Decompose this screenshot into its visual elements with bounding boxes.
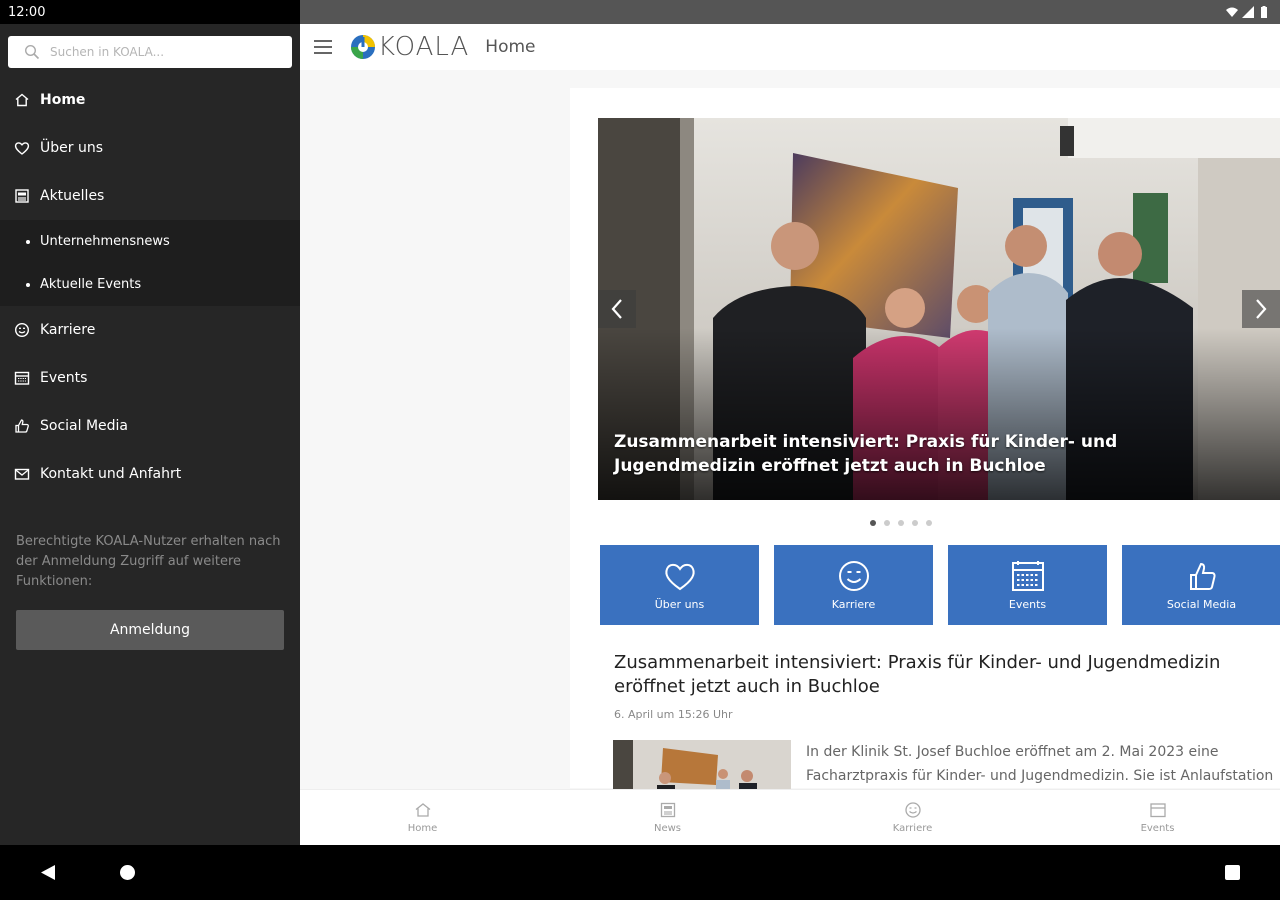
calendar-icon [1149,803,1166,818]
chevron-right-icon [1256,299,1267,319]
recent-apps-icon[interactable] [1225,865,1240,880]
wifi-icon [1226,7,1238,17]
login-note: Berechtigte KOALA-Nutzer erhalten nach d… [16,534,281,589]
hero-carousel[interactable]: Zusammenarbeit intensiviert: Praxis für … [598,118,1280,500]
logo-text: KOALA [378,32,470,62]
carousel-indicators [870,520,932,526]
drawer-item-contact[interactable]: Kontakt und Anfahrt [0,450,300,498]
drawer-item-news[interactable]: Aktuelles [0,172,300,220]
tile-social-media[interactable]: Social Media [1122,545,1280,625]
menu-icon[interactable] [314,40,332,54]
search-box[interactable] [8,36,292,68]
drawer-subgroup-news: Unternehmensnews Aktuelle Events [0,220,300,306]
drawer-item-events[interactable]: Events [0,354,300,402]
bottom-nav-label: Events [1140,823,1175,834]
navigation-drawer: 12:00 Home Über uns Aktuelles Unternehme… [0,0,300,845]
tile-label: Social Media [1166,597,1237,611]
drawer-subitem-label: Unternehmensnews [40,234,170,249]
hero-caption: Zusammenarbeit intensiviert: Praxis für … [614,432,1118,476]
status-time: 12:00 [8,4,46,20]
koala-logo-icon [351,35,375,59]
drawer-item-label: Karriere [40,322,96,338]
system-navigation-bar [0,845,1280,900]
drawer-item-about[interactable]: Über uns [0,124,300,172]
news-icon [15,189,29,203]
tile-events[interactable]: Events [948,545,1107,625]
status-bar-right [300,0,1280,24]
login-button[interactable]: Anmeldung [16,610,284,650]
drawer-subitem-company-news[interactable]: Unternehmensnews [0,220,300,263]
status-bar-left: 12:00 [0,0,300,24]
bottom-nav-news[interactable]: News [545,790,790,845]
carousel-dot[interactable] [884,520,890,526]
heart-icon [14,142,30,155]
mail-icon [14,468,30,480]
drawer-subitem-label: Aktuelle Events [40,277,142,292]
carousel-dot[interactable] [926,520,932,526]
carousel-dot[interactable] [870,520,876,526]
signal-icon [1242,6,1254,18]
bottom-nav-events[interactable]: Events [1035,790,1280,845]
tile-label: Über uns [654,597,705,611]
bottom-nav-label: Karriere [892,823,933,834]
home-button-icon[interactable] [120,865,135,880]
bottom-nav-label: News [653,823,682,834]
drawer-item-label: Aktuelles [40,188,105,204]
bottom-nav-label: Home [407,823,438,834]
app-bar: KOALA Home [300,24,1280,70]
smiley-icon [14,322,30,338]
drawer-subitem-current-events[interactable]: Aktuelle Events [0,263,300,306]
article-excerpt: In der Klinik St. Josef Buchloe eröffnet… [806,744,1274,784]
drawer-item-career[interactable]: Karriere [0,306,300,354]
battery-icon [1261,6,1267,18]
carousel-next-button[interactable] [1242,290,1280,328]
search-wrap [0,24,300,76]
back-icon[interactable] [40,864,56,881]
drawer-item-label: Social Media [40,418,129,434]
thumbs-up-icon [15,419,29,433]
carousel-prev-button[interactable] [598,290,636,328]
carousel-dot[interactable] [912,520,918,526]
heart-icon [664,563,695,590]
drawer-item-label: Kontakt und Anfahrt [40,466,182,482]
bullet-icon [26,239,30,244]
content-card: Zusammenarbeit intensiviert: Praxis für … [570,88,1280,800]
bottom-navigation: Home News Karriere Events [300,789,1280,845]
search-icon [24,44,40,60]
calendar-icon [14,371,30,385]
chevron-left-icon [611,299,622,319]
thumbs-up-icon [1189,562,1216,590]
smiley-icon [838,560,869,591]
page-title: Home [485,37,536,57]
tile-label: Events [1008,597,1047,611]
drawer-item-label: Über uns [40,140,103,156]
koala-logo: KOALA [350,32,469,62]
home-icon [15,93,29,107]
search-input[interactable] [50,45,270,59]
main-area: KOALA Home Zusammenarbeit intensiviert: … [300,0,1280,845]
calendar-icon [1011,560,1044,591]
bottom-nav-home[interactable]: Home [300,790,545,845]
smiley-icon [904,802,921,818]
carousel-dot[interactable] [898,520,904,526]
drawer-item-home[interactable]: Home [0,76,300,124]
bullet-icon [26,282,30,287]
article-date: 6. April um 15:26 Uhr [614,708,733,721]
tile-label: Karriere [831,597,876,611]
tile-career[interactable]: Karriere [774,545,933,625]
home-icon [415,803,430,817]
drawer-item-label: Events [40,370,88,386]
news-icon [660,802,675,818]
quick-links: Über uns Karriere Events Social Media [600,545,1280,625]
drawer-item-social-media[interactable]: Social Media [0,402,300,450]
article-title[interactable]: Zusammenarbeit intensiviert: Praxis für … [614,651,1274,699]
drawer-item-label: Home [40,92,86,108]
bottom-nav-career[interactable]: Karriere [790,790,1035,845]
tile-about[interactable]: Über uns [600,545,759,625]
